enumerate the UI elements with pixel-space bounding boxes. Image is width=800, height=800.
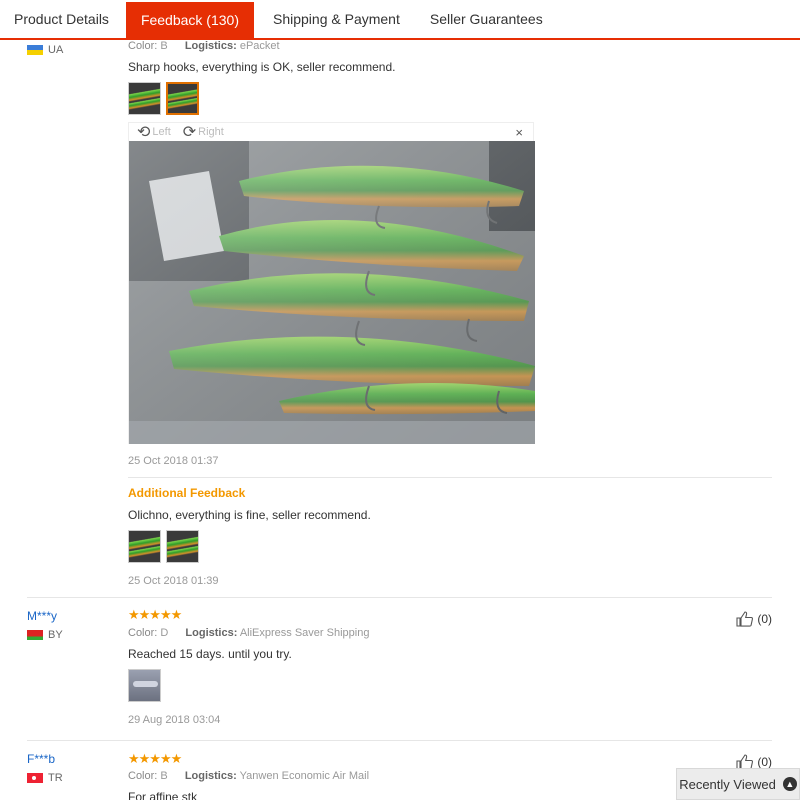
country-code: BY <box>48 629 63 641</box>
helpful-count: (0) <box>757 755 772 769</box>
flag-icon <box>27 773 43 783</box>
divider <box>128 477 772 478</box>
tab-feedback[interactable]: Feedback (130) <box>125 2 254 38</box>
close-icon[interactable]: × <box>515 125 523 140</box>
tab-product-details[interactable]: Product Details <box>0 0 124 38</box>
flag-icon <box>27 45 43 55</box>
logistics-label: Logistics: <box>184 40 237 52</box>
photo-viewer: ⟲ Left ⟳ Right × <box>128 122 535 444</box>
country-code: TR <box>48 772 63 784</box>
rotate-left-label: Left <box>152 126 171 138</box>
reviewer-info: F***b TR <box>27 752 63 784</box>
helpful-button[interactable]: (0) <box>736 611 772 627</box>
review-content: Color: B Logistics: Yanwen Economic Air … <box>128 770 768 800</box>
rotate-left-icon: ⟲ <box>137 124 151 141</box>
color-label: Color: <box>128 627 158 639</box>
recently-viewed-button[interactable]: Recently Viewed ▲ <box>676 768 800 800</box>
logistics-label: Logistics: <box>184 770 237 782</box>
rotate-right-icon: ⟳ <box>182 124 197 141</box>
star-rating: ★★★★★ <box>128 751 182 766</box>
reviewer-country: BY <box>27 629 63 641</box>
review-meta: Color: B Logistics: Yanwen Economic Air … <box>128 770 768 782</box>
reviewer-name[interactable]: F***b <box>27 752 63 766</box>
thumbs-up-icon <box>736 611 754 627</box>
star-rating: ★★★★★ <box>128 607 182 622</box>
reviewer-name[interactable]: M***y <box>27 609 63 623</box>
rotate-right-label: Right <box>198 126 224 138</box>
additional-feedback-date: 25 Oct 2018 01:39 <box>128 575 219 587</box>
additional-feedback-label: Additional Feedback <box>128 486 246 500</box>
rotate-left-button[interactable]: ⟲ Left <box>137 122 171 142</box>
review-photo <box>129 141 535 444</box>
tab-seller-guarantees[interactable]: Seller Guarantees <box>415 0 558 38</box>
photo-thumbnail[interactable] <box>128 669 161 702</box>
review-content: Color: B Logistics: ePacket Sharp hooks,… <box>128 40 768 74</box>
color-value: B <box>160 40 168 52</box>
reviewer-country: UA <box>27 44 63 56</box>
helpful-count: (0) <box>757 612 772 626</box>
review-date: 25 Oct 2018 01:37 <box>128 455 219 467</box>
photo-thumbnail[interactable] <box>166 530 199 563</box>
review-meta: Color: D Logistics: AliExpress Saver Shi… <box>128 627 768 639</box>
review-content: Color: D Logistics: AliExpress Saver Shi… <box>128 627 768 661</box>
rotate-right-button[interactable]: ⟳ Right <box>183 122 224 142</box>
country-code: UA <box>48 44 64 56</box>
review-divider <box>27 597 772 598</box>
review-photos <box>128 669 161 702</box>
review-text: Sharp hooks, everything is OK, seller re… <box>128 60 396 74</box>
logistics-value: Yanwen Economic Air Mail <box>239 770 370 782</box>
color-label: Color: <box>128 40 158 52</box>
reviewer-country: TR <box>27 772 63 784</box>
color-value: B <box>160 770 168 782</box>
additional-photos <box>128 530 199 563</box>
detail-tabs: Product Details Feedback (130) Shipping … <box>0 0 800 40</box>
review-text: Reached 15 days. until you try. <box>128 647 292 661</box>
flag-icon <box>27 630 43 640</box>
logistics-value: AliExpress Saver Shipping <box>239 627 370 639</box>
photo-thumbnail[interactable] <box>128 530 161 563</box>
additional-feedback-text: Olichno, everything is fine, seller reco… <box>128 508 371 522</box>
reviewer-info: M***y BY <box>27 609 63 641</box>
color-value: D <box>160 627 169 639</box>
photo-thumbnail-selected[interactable] <box>166 82 199 115</box>
review-date: 29 Aug 2018 03:04 <box>128 714 221 726</box>
logistics-value: ePacket <box>239 40 280 52</box>
chevron-up-icon: ▲ <box>782 777 797 791</box>
reviewer-info: UA <box>27 44 63 56</box>
logistics-label: Logistics: <box>185 627 238 639</box>
review-text: For affine stk <box>128 790 198 800</box>
viewer-toolbar: ⟲ Left ⟳ Right × <box>129 123 533 141</box>
review-meta: Color: B Logistics: ePacket <box>128 40 768 52</box>
tab-shipping-payment[interactable]: Shipping & Payment <box>258 0 415 38</box>
review-photos <box>128 82 199 115</box>
recently-viewed-label: Recently Viewed <box>679 776 776 792</box>
review-divider <box>27 740 772 741</box>
fishing-lures-photo <box>129 141 535 444</box>
photo-thumbnail[interactable] <box>128 82 161 115</box>
color-label: Color: <box>128 770 158 782</box>
